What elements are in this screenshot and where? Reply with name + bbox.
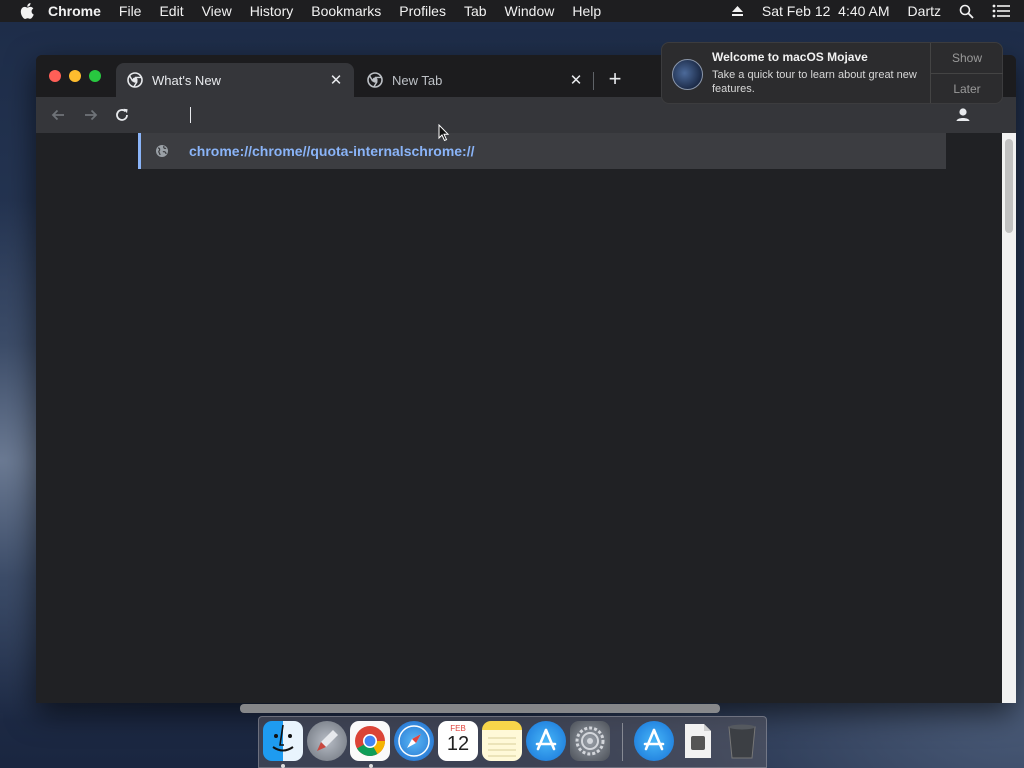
new-tab-plus-icon[interactable]: + bbox=[604, 66, 626, 91]
finder-icon[interactable] bbox=[263, 721, 303, 761]
menu-edit[interactable]: Edit bbox=[159, 3, 183, 19]
running-indicator bbox=[281, 764, 285, 768]
macos-notification[interactable]: Welcome to macOS Mojave Take a quick tou… bbox=[661, 42, 1003, 104]
menu-profiles[interactable]: Profiles bbox=[399, 3, 446, 19]
menu-window[interactable]: Window bbox=[505, 3, 555, 19]
chrome-icon[interactable] bbox=[350, 721, 390, 761]
omnibox-suggestion[interactable]: chrome://chrome//quota-internalschrome:/… bbox=[138, 133, 946, 169]
menu-tab[interactable]: Tab bbox=[464, 3, 487, 19]
menu-clock[interactable]: Sat Feb 12 4:40 AM bbox=[762, 3, 890, 19]
menu-app-name[interactable]: Chrome bbox=[48, 3, 101, 19]
chrome-favicon-icon bbox=[367, 72, 383, 88]
chrome-favicon-icon bbox=[127, 72, 143, 88]
menu-view[interactable]: View bbox=[202, 3, 232, 19]
suggestion-text: chrome://chrome//quota-internalschrome:/… bbox=[189, 143, 475, 159]
launchpad-icon[interactable] bbox=[307, 721, 347, 761]
text-caret bbox=[190, 107, 191, 123]
calendar-icon[interactable]: FEB 12 bbox=[438, 721, 478, 761]
tab-new-tab[interactable]: New Tab ✕ bbox=[356, 63, 594, 97]
globe-icon bbox=[156, 145, 168, 157]
close-window-button[interactable] bbox=[49, 70, 61, 82]
eject-icon[interactable] bbox=[731, 5, 744, 17]
menu-user-name[interactable]: Dartz bbox=[908, 3, 941, 19]
notes-icon[interactable] bbox=[482, 721, 522, 761]
preview-file-icon[interactable] bbox=[678, 721, 718, 761]
tab-title: New Tab bbox=[392, 72, 443, 88]
notification-title: Welcome to macOS Mojave bbox=[712, 50, 868, 64]
window-controls bbox=[49, 70, 101, 82]
tab-divider bbox=[593, 72, 594, 90]
notification-body: Take a quick tour to learn about great n… bbox=[712, 69, 917, 95]
show-button[interactable]: Show bbox=[931, 43, 1003, 73]
trash-icon[interactable] bbox=[722, 721, 762, 761]
forward-arrow-icon[interactable] bbox=[80, 104, 102, 126]
profile-avatar-icon[interactable] bbox=[952, 104, 974, 126]
notification-center-icon[interactable] bbox=[992, 4, 1010, 18]
safari-icon[interactable] bbox=[394, 721, 434, 761]
tab-title: What's New bbox=[152, 72, 221, 88]
horizontal-scrollbar[interactable] bbox=[240, 704, 720, 713]
dock: FEB 12 bbox=[258, 716, 767, 768]
menu-history[interactable]: History bbox=[250, 3, 294, 19]
chrome-window: What's New ✕ New Tab ✕ + chrome://chrome… bbox=[36, 55, 1016, 703]
close-tab-icon[interactable]: ✕ bbox=[328, 72, 344, 89]
menu-bar-status-area: Sat Feb 12 4:40 AM Dartz bbox=[731, 0, 1024, 22]
back-arrow-icon[interactable] bbox=[47, 104, 69, 126]
tab-whats-new[interactable]: What's New ✕ bbox=[116, 63, 354, 97]
close-tab-icon[interactable]: ✕ bbox=[568, 72, 584, 89]
apple-icon[interactable] bbox=[20, 3, 34, 19]
calendar-month: FEB bbox=[450, 724, 466, 733]
later-button[interactable]: Later bbox=[931, 73, 1003, 103]
menu-file[interactable]: File bbox=[119, 3, 142, 19]
menu-bookmarks[interactable]: Bookmarks bbox=[311, 3, 381, 19]
notification-actions: Show Later bbox=[930, 43, 1003, 103]
zoom-window-button[interactable] bbox=[89, 70, 101, 82]
menu-bar: Chrome File Edit View History Bookmarks … bbox=[0, 0, 1024, 22]
spotlight-search-icon[interactable] bbox=[959, 4, 974, 19]
vertical-scrollbar[interactable] bbox=[1002, 133, 1016, 703]
dock-separator bbox=[622, 723, 623, 761]
scrollbar-thumb[interactable] bbox=[1005, 139, 1013, 233]
running-indicator bbox=[369, 764, 373, 768]
app-store-icon[interactable] bbox=[526, 721, 566, 761]
app-store-downloads-icon[interactable] bbox=[634, 721, 674, 761]
mojave-installer-icon bbox=[672, 59, 703, 90]
mouse-pointer-icon bbox=[438, 124, 450, 142]
page-content bbox=[36, 133, 1002, 703]
reload-icon[interactable] bbox=[111, 104, 133, 126]
minimize-window-button[interactable] bbox=[69, 70, 81, 82]
system-preferences-icon[interactable] bbox=[570, 721, 610, 761]
calendar-day: 12 bbox=[446, 733, 470, 755]
menu-help[interactable]: Help bbox=[572, 3, 601, 19]
